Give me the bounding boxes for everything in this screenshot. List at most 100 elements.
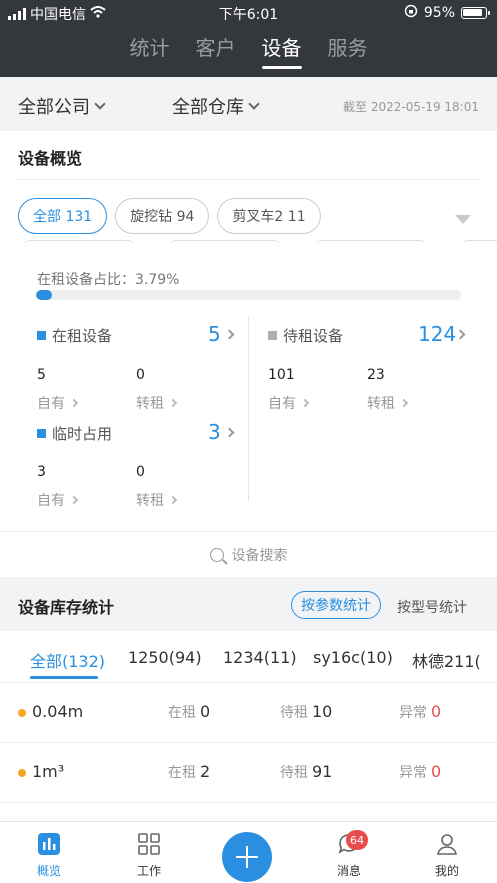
model-tab-linde[interactable]: 林德211(	[412, 648, 481, 672]
nav-work[interactable]: 工作	[119, 832, 179, 879]
tab-statistics[interactable]: 统计	[128, 32, 172, 69]
inventory-title: 设备库存统计	[18, 598, 115, 617]
temp-sublet-link[interactable]: 转租	[136, 490, 178, 510]
table-row[interactable]: 1m³ 在租 2 待租 91 异常 0	[0, 742, 497, 802]
idle-own-label: 自有	[268, 396, 296, 412]
chip-rotary-drill[interactable]: 旋挖钻 94	[115, 198, 210, 234]
status-right: 95%	[404, 4, 490, 22]
chevron-right-icon	[69, 495, 79, 505]
rented-own-label: 自有	[37, 396, 65, 412]
chevron-right-icon	[168, 398, 178, 408]
temp-sublet-label: 转租	[136, 493, 164, 509]
rented-label: 在租设备	[52, 327, 113, 345]
idle-own-value: 101	[268, 367, 295, 383]
temp-own-link[interactable]: 自有	[37, 490, 79, 510]
chevron-down-icon	[248, 97, 260, 110]
battery-percent: 95%	[423, 5, 455, 21]
category-chips: 全部 131 旋挖钻 94 剪叉车2 11	[18, 198, 321, 234]
temp-marker	[37, 429, 46, 438]
overview-title: 设备概览	[18, 149, 83, 168]
rented-ratio-fill	[36, 290, 53, 300]
expand-chips-icon[interactable]	[455, 215, 471, 224]
model-tab-all[interactable]: 全部(132)	[30, 648, 105, 672]
idle-count[interactable]: 124	[418, 322, 456, 346]
chevron-right-icon	[69, 398, 79, 408]
inventory-section: 全部(132) 1250(94) 1234(11) sy16c(10) 林德21…	[0, 631, 497, 821]
idle-count-value: 124	[418, 322, 457, 346]
equipment-search[interactable]: 设备搜索	[0, 531, 497, 577]
divider	[18, 179, 479, 180]
stats-by-param-button[interactable]: 按参数统计	[291, 591, 381, 619]
idle-label: 待租设备	[283, 327, 344, 345]
add-button[interactable]	[222, 832, 272, 882]
grid-icon	[137, 832, 161, 856]
nav-mine-label: 我的	[434, 864, 459, 878]
row-abnormal: 异常 0	[399, 702, 442, 721]
chevron-right-icon	[455, 329, 466, 340]
model-tabs: 全部(132) 1250(94) 1234(11) sy16c(10) 林德21…	[0, 631, 497, 681]
rented-sublet-link[interactable]: 转租	[136, 393, 178, 413]
messages-badge: 64	[346, 830, 368, 850]
chip-scissor-lift[interactable]: 剪叉车2 11	[217, 198, 321, 234]
warehouse-filter-label: 全部仓库	[172, 97, 244, 118]
model-tab-1234[interactable]: 1234(11)	[223, 648, 297, 667]
row-name: 1m³	[32, 762, 65, 781]
row-name: 0.04m	[32, 702, 84, 721]
rented-count-value: 5	[208, 322, 221, 346]
rented-sublet-label: 转租	[136, 396, 164, 412]
stats-by-model-button[interactable]: 按型号统计	[397, 597, 467, 617]
table-row[interactable]: 0.04m 在租 0 待租 10 异常 0	[0, 682, 497, 742]
temp-count-value: 3	[208, 420, 221, 444]
tab-equipment[interactable]: 设备	[260, 32, 304, 69]
chip-all[interactable]: 全部 131	[18, 198, 108, 234]
chevron-down-icon	[94, 97, 106, 110]
row-rented: 在租 0	[168, 702, 211, 721]
temp-sublet-value: 0	[136, 464, 145, 480]
model-tab-sy16c[interactable]: sy16c(10)	[313, 648, 393, 667]
rented-count[interactable]: 5	[208, 322, 221, 346]
rented-own-link[interactable]: 自有	[37, 393, 79, 413]
idle-sublet-link[interactable]: 转租	[367, 393, 409, 413]
top-tabs: 统计 客户 设备 服务	[0, 32, 497, 69]
row-abnormal: 异常 0	[399, 762, 442, 781]
top-header: 中国电信 下午6:01 95% 统计 客户 设备 服务	[0, 0, 497, 77]
warehouse-filter[interactable]: 全部仓库	[172, 93, 260, 119]
bottom-nav: 概览 工作 消息 64 我的	[0, 821, 497, 883]
temp-own-value: 3	[37, 464, 46, 480]
temp-label-wrap: 临时占用	[37, 423, 112, 444]
idle-sublet-value: 23	[367, 367, 385, 383]
rented-own-value: 5	[37, 367, 46, 383]
idle-marker	[268, 331, 277, 340]
search-label: 设备搜索	[231, 547, 288, 564]
nav-messages-label: 消息	[336, 864, 361, 878]
tab-service[interactable]: 服务	[326, 32, 370, 69]
rented-sublet-value: 0	[136, 367, 145, 383]
company-filter-label: 全部公司	[18, 97, 90, 118]
chevron-right-icon	[399, 398, 409, 408]
temp-own-label: 自有	[37, 493, 65, 509]
row-idle: 待租 10	[280, 702, 333, 721]
idle-own-link[interactable]: 自有	[268, 393, 310, 413]
chevron-right-icon	[224, 329, 235, 340]
nav-work-label: 工作	[136, 864, 161, 878]
rented-ratio-bar	[36, 290, 461, 300]
column-divider	[248, 317, 249, 501]
nav-mine[interactable]: 我的	[417, 832, 477, 879]
model-tab-1250[interactable]: 1250(94)	[128, 648, 202, 667]
tab-customers[interactable]: 客户	[194, 32, 238, 69]
nav-overview-label: 概览	[36, 864, 61, 878]
rotation-lock-icon	[404, 4, 418, 22]
as-of-timestamp: 截至 2022-05-19 18:01	[343, 100, 479, 114]
chevron-right-icon	[224, 427, 235, 438]
status-bar: 中国电信 下午6:01 95%	[0, 0, 497, 26]
inventory-header: 设备库存统计 按参数统计 按型号统计	[0, 577, 497, 631]
rented-label-wrap: 在租设备	[37, 325, 112, 346]
filter-bar: 全部公司 全部仓库 截至 2022-05-19 18:01	[0, 77, 497, 131]
temp-count[interactable]: 3	[208, 420, 221, 444]
nav-overview[interactable]: 概览	[19, 832, 79, 879]
chevron-right-icon	[300, 398, 310, 408]
row-rented: 在租 2	[168, 762, 211, 781]
idle-label-wrap: 待租设备	[268, 325, 343, 346]
user-icon	[435, 832, 459, 856]
company-filter[interactable]: 全部公司	[18, 93, 106, 119]
